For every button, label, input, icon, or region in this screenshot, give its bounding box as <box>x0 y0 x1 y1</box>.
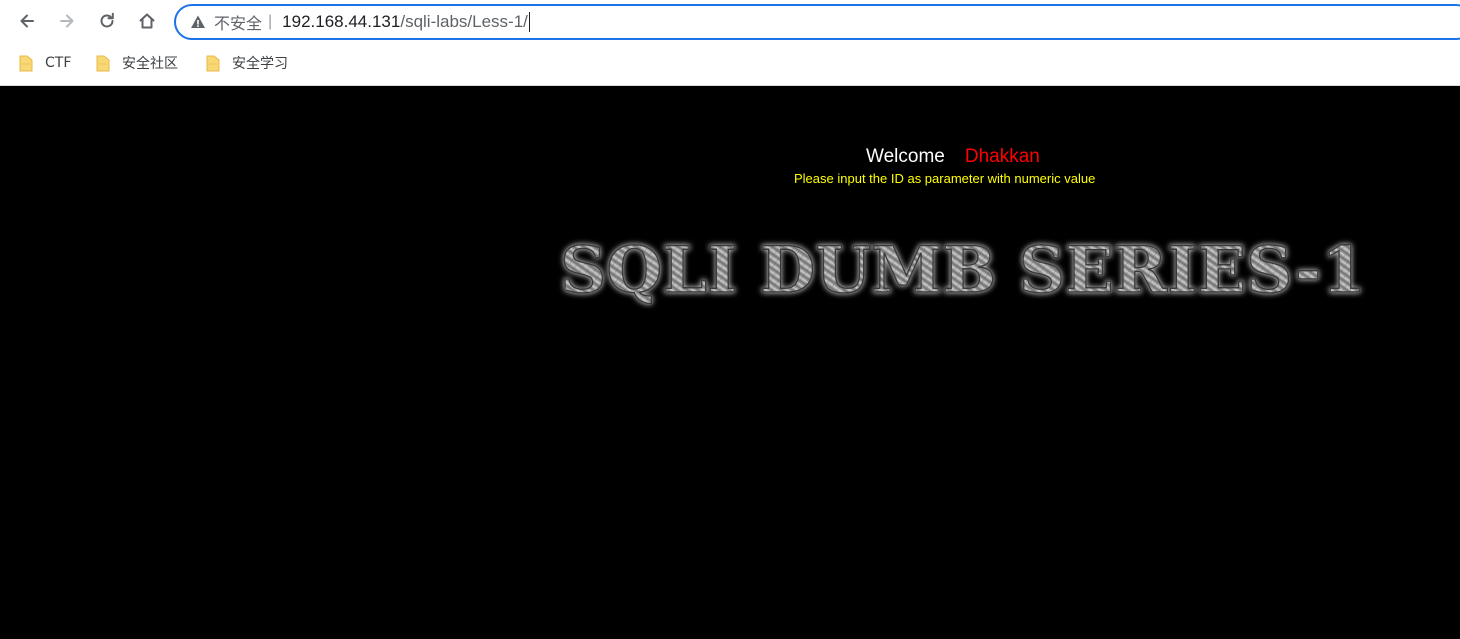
folder-icon <box>96 55 110 71</box>
arrow-left-icon <box>20 14 34 28</box>
bookmark-label: 安全学习 <box>232 56 288 72</box>
home-icon <box>139 13 155 29</box>
back-button[interactable] <box>12 6 42 36</box>
home-button[interactable] <box>132 6 162 36</box>
address-bar[interactable]: 不安全 | 192.168.44.131/sqli-labs/Less-1/ <box>174 4 1460 40</box>
bookmark-folder-ctf[interactable]: CTF <box>19 52 71 74</box>
reload-button[interactable] <box>92 6 122 36</box>
url-text[interactable]: 192.168.44.131/sqli-labs/Less-1/ <box>282 12 530 33</box>
text-caret <box>528 12 530 33</box>
title-banner-text: SQLI DUMB SERIES-1 <box>560 233 1366 308</box>
not-secure-label[interactable]: 不安全 <box>214 10 262 34</box>
warning-triangle-icon[interactable] <box>190 14 206 30</box>
bookmarks-bar: CTF 安全社区 安全学习 <box>0 48 1460 78</box>
arrow-right-icon <box>60 14 74 28</box>
forward-button[interactable] <box>52 6 82 36</box>
reload-icon <box>100 12 114 28</box>
browser-toolbar: 不安全 | 192.168.44.131/sqli-labs/Less-1/ <box>0 0 1460 44</box>
title-image: SQLI DUMB SERIES-1 <box>548 232 1378 312</box>
instruction-text: Please input the ID as parameter with nu… <box>794 171 1096 186</box>
bookmark-label: CTF <box>45 55 72 71</box>
url-separator: | <box>268 13 273 30</box>
welcome-text: Welcome <box>866 146 945 167</box>
bookmark-label: 安全社区 <box>122 56 178 72</box>
url-path: /sqli-labs/Less-1/ <box>400 11 528 31</box>
browser-chrome: 不安全 | 192.168.44.131/sqli-labs/Less-1/ C… <box>0 0 1460 86</box>
url-host: 192.168.44.131 <box>282 11 401 31</box>
bookmark-folder-security-community[interactable]: 安全社区 <box>96 52 178 74</box>
page-content: Welcome Dhakkan Please input the ID as pa… <box>0 86 1460 639</box>
welcome-line: Welcome Dhakkan <box>866 146 1040 168</box>
folder-icon <box>19 55 33 71</box>
username-text: Dhakkan <box>964 146 1040 167</box>
folder-icon <box>206 55 220 71</box>
bookmark-folder-security-study[interactable]: 安全学习 <box>206 52 288 74</box>
title-banner: SQLI DUMB SERIES-1 <box>559 232 1367 309</box>
